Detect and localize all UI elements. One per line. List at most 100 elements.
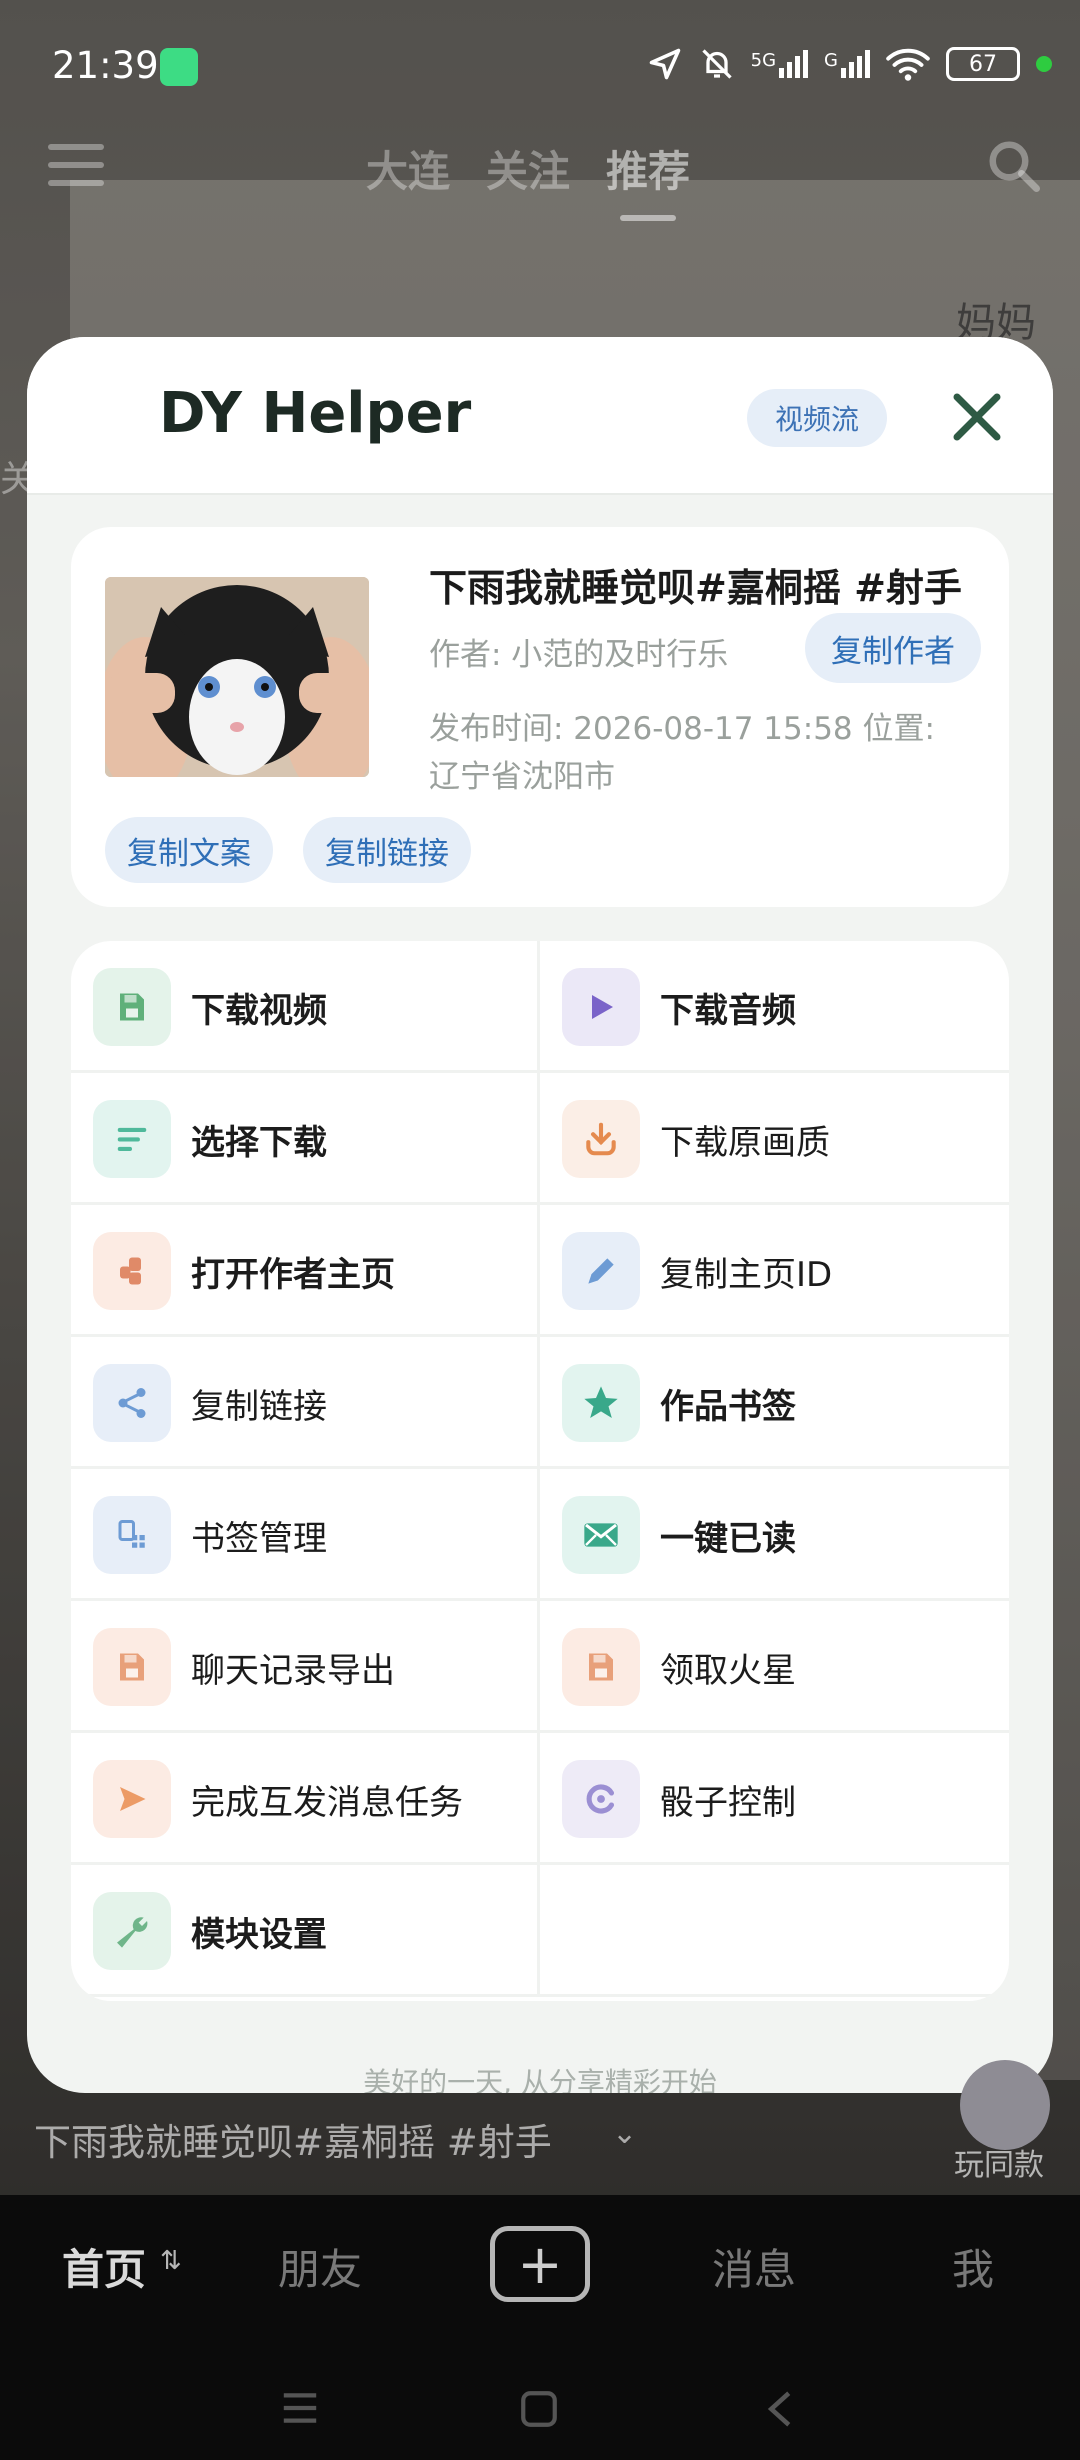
action-item[interactable]: 打开作者主页 (71, 1205, 540, 1337)
save-icon (93, 968, 171, 1046)
bell-off-icon (701, 49, 732, 79)
privacy-indicator (1036, 56, 1052, 72)
create-plus-button[interactable]: + (490, 2226, 590, 2302)
copy-text-button[interactable]: 复制文案 (105, 817, 273, 883)
action-label: 书签管理 (191, 1519, 327, 1559)
send-icon (93, 1760, 171, 1838)
tab-following[interactable]: 关注 (486, 138, 570, 199)
cat-thumbnail-image (105, 577, 369, 777)
copy-link-button[interactable]: 复制链接 (303, 817, 471, 883)
panel-title: DY Helper (159, 381, 472, 446)
action-item[interactable]: 一键已读 (540, 1469, 1009, 1601)
action-item[interactable]: 下载原画质 (540, 1073, 1009, 1205)
action-label: 复制主页ID (660, 1255, 833, 1295)
action-item[interactable]: 复制主页ID (540, 1205, 1009, 1337)
android-icon (160, 48, 198, 86)
tab-dalian[interactable]: 大连 (366, 138, 450, 199)
tab-me[interactable]: 我 (952, 2236, 994, 2297)
action-label: 选择下载 (191, 1123, 327, 1163)
video-thumbnail (105, 577, 369, 777)
action-label: 复制链接 (191, 1387, 327, 1427)
status-icons: 5G G 67 (647, 44, 1052, 84)
action-item[interactable]: 下载音频 (540, 941, 1009, 1073)
bottom-tab-bar: 首页 ⇅ 朋友 + 消息 我 (0, 2210, 1080, 2320)
dy-helper-panel: DY Helper 视频流 下雨我就睡觉呗#嘉桐摇 #射手 作者: 小范的及时行… (27, 337, 1053, 2093)
action-item[interactable]: 模块设置 (71, 1865, 540, 1997)
action-label: 下载音频 (660, 991, 796, 1031)
location-arrow-icon (649, 48, 680, 80)
signal-g-icon: G (824, 50, 870, 78)
tab-recommended[interactable]: 推荐 (606, 138, 690, 221)
mode-badge[interactable]: 视频流 (747, 389, 887, 447)
empty-cell (540, 1865, 1009, 1997)
save-icon (93, 1628, 171, 1706)
system-nav-bar (0, 2350, 1080, 2460)
signal-5g-icon: 5G (750, 50, 809, 78)
status-time: 21:39 (52, 44, 159, 87)
action-label: 下载原画质 (660, 1123, 830, 1163)
dice-icon (562, 1760, 640, 1838)
action-item[interactable]: 复制链接 (71, 1337, 540, 1469)
action-label: 一键已读 (660, 1519, 796, 1559)
refresh-arrows-icon[interactable]: ⇅ (160, 2246, 182, 2276)
person-icon (93, 1232, 171, 1310)
video-meta: 发布时间: 2026-08-17 15:58 位置: 辽宁省沈阳市 (429, 705, 989, 801)
publish-info: 发布时间: 2026-08-17 15:58 位置: (429, 711, 935, 747)
download-icon (562, 1100, 640, 1178)
action-item[interactable]: 选择下载 (71, 1073, 540, 1205)
panel-footer: 美好的一天, 从分享精彩开始 (363, 2066, 717, 2093)
action-label: 打开作者主页 (191, 1255, 395, 1295)
list-icon (93, 1100, 171, 1178)
pencil-icon (562, 1232, 640, 1310)
tab-messages[interactable]: 消息 (712, 2236, 796, 2297)
action-label: 模块设置 (191, 1915, 327, 1955)
tab-friends[interactable]: 朋友 (278, 2236, 362, 2297)
search-icon[interactable] (984, 136, 1044, 196)
mail-icon (562, 1496, 640, 1574)
actions-card: 下载视频 下载音频选择下载 下载原画质打开作者主页 复制主页ID 复制链接 作品书签书签管… (71, 941, 1009, 2001)
bookmark-manage-icon (93, 1496, 171, 1574)
signal-label-2: G (824, 50, 838, 71)
action-item[interactable]: 骰子控制 (540, 1733, 1009, 1865)
action-label: 领取火星 (660, 1651, 796, 1691)
location-info: 辽宁省沈阳市 (429, 759, 615, 795)
action-label: 骰子控制 (660, 1783, 796, 1823)
play-same-button[interactable]: 玩同款 (954, 2140, 1044, 2184)
feed-tabs: 大连 关注 推荐 (366, 138, 690, 221)
battery-icon: 67 (946, 47, 1020, 81)
star-icon (562, 1364, 640, 1442)
action-item[interactable]: 作品书签 (540, 1337, 1009, 1469)
play-icon (562, 968, 640, 1046)
action-label: 完成互发消息任务 (191, 1783, 463, 1823)
recents-icon[interactable] (278, 2390, 322, 2426)
status-bar: 21:39 5G G 67 (0, 0, 1080, 136)
video-title: 下雨我就睡觉呗#嘉桐摇 #射手 (429, 566, 962, 610)
video-caption[interactable]: 下雨我就睡觉呗#嘉桐摇 #射手 (34, 2112, 552, 2166)
tab-home[interactable]: 首页 (62, 2236, 146, 2297)
wrench-icon (93, 1892, 171, 1970)
save-icon (562, 1628, 640, 1706)
wifi-icon (886, 48, 930, 81)
action-item[interactable]: 完成互发消息任务 (71, 1733, 540, 1865)
action-item[interactable]: 书签管理 (71, 1469, 540, 1601)
menu-icon[interactable] (48, 144, 104, 188)
action-item[interactable]: 聊天记录导出 (71, 1601, 540, 1733)
signal-label: 5G (750, 50, 777, 71)
music-avatar[interactable] (960, 2060, 1050, 2150)
action-label: 下载视频 (191, 991, 327, 1031)
action-item[interactable]: 下载视频 (71, 941, 540, 1073)
action-item[interactable]: 领取火星 (540, 1601, 1009, 1733)
panel-header: DY Helper 视频流 (27, 337, 1053, 495)
actions-grid: 下载视频 下载音频选择下载 下载原画质打开作者主页 复制主页ID 复制链接 作品书签书签管… (71, 941, 1009, 1997)
home-icon[interactable] (518, 2388, 560, 2430)
chevron-down-icon[interactable]: ⌄ (612, 2116, 637, 2151)
video-author: 作者: 小范的及时行乐 (429, 637, 729, 673)
share-icon (93, 1364, 171, 1442)
action-label: 作品书签 (660, 1387, 796, 1427)
video-info-card: 下雨我就睡觉呗#嘉桐摇 #射手 作者: 小范的及时行乐 复制作者 发布时间: 2… (71, 527, 1009, 907)
feed-top-nav: 大连 关注 推荐 (0, 130, 1080, 221)
copy-author-button[interactable]: 复制作者 (805, 613, 981, 683)
back-icon[interactable] (762, 2388, 798, 2430)
close-icon[interactable] (947, 387, 1007, 447)
action-label: 聊天记录导出 (191, 1651, 395, 1691)
